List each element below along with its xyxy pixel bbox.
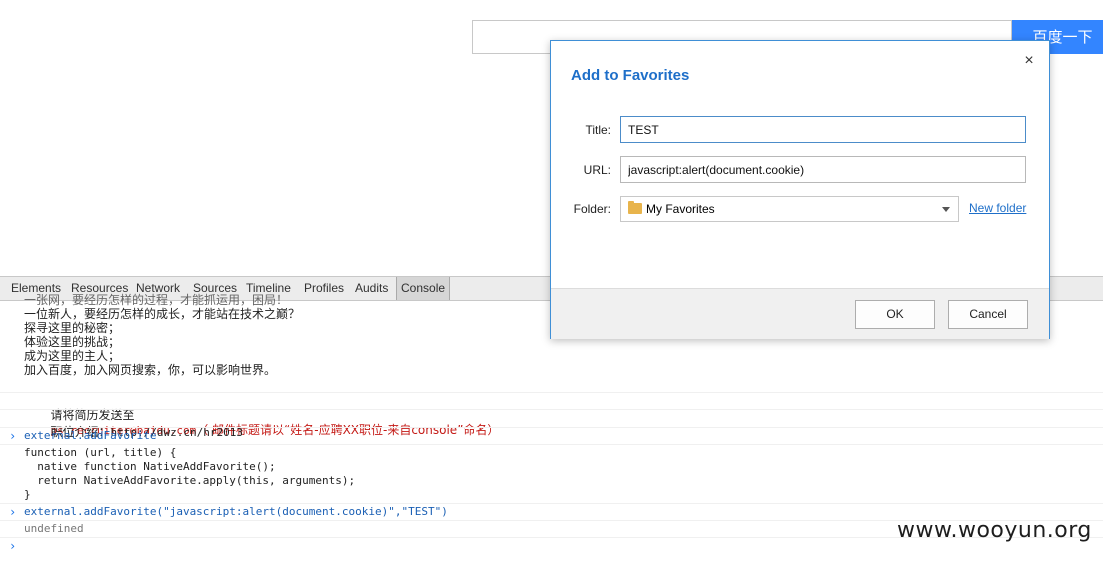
- dialog-title: Add to Favorites: [571, 67, 690, 84]
- dialog-footer: OK Cancel: [551, 288, 1049, 339]
- title-field[interactable]: [620, 116, 1026, 143]
- console-input-prompt-icon[interactable]: ›: [9, 539, 16, 553]
- tab-audits[interactable]: Audits: [355, 277, 388, 300]
- cancel-button[interactable]: Cancel: [948, 300, 1028, 329]
- close-icon[interactable]: ×: [1021, 53, 1037, 69]
- console-command: external.addFavorite: [24, 429, 157, 442]
- console-line: 一张网，要经历怎样的过程，才能抓运用，困局！: [24, 293, 289, 307]
- console-output-line: return NativeAddFavorite.apply(this, arg…: [24, 474, 356, 487]
- input-prompt-icon: ›: [9, 505, 17, 519]
- console-line: 一位新人，要经历怎样的成长，才能站在技术之巅？: [24, 307, 301, 321]
- input-prompt-icon: ›: [9, 429, 17, 443]
- title-label: Title:: [585, 123, 611, 137]
- add-to-favorites-dialog: Add to Favorites × Title: URL: Folder: M…: [550, 40, 1050, 339]
- chevron-down-icon: [942, 207, 950, 212]
- folder-select-value: My Favorites: [646, 202, 715, 216]
- tab-profiles[interactable]: Profiles: [304, 277, 344, 300]
- folder-select[interactable]: My Favorites: [620, 196, 959, 222]
- folder-icon: [628, 201, 642, 214]
- console-output-line: function (url, title) {: [24, 446, 177, 459]
- console-output-line: native function NativeAddFavorite();: [24, 460, 276, 473]
- console-line: 成为这里的主人；: [24, 349, 121, 363]
- url-field[interactable]: [620, 156, 1026, 183]
- console-command: external.addFavorite("javascript:alert(d…: [24, 505, 448, 518]
- console-line: 体验这里的挑战；: [24, 335, 121, 349]
- console-line: 加入百度，加入网页搜索，你，可以影响世界。: [24, 363, 277, 377]
- console-output-line: }: [24, 488, 31, 501]
- watermark: www.wooyun.org: [897, 518, 1092, 543]
- console-result: undefined: [24, 522, 84, 535]
- new-folder-link[interactable]: New folder: [969, 201, 1026, 215]
- url-label: URL:: [583, 163, 611, 177]
- ok-button[interactable]: OK: [855, 300, 935, 329]
- folder-label: Folder:: [573, 202, 611, 216]
- console-line: 探寻这里的秘密；: [24, 321, 121, 335]
- tab-console[interactable]: Console: [396, 277, 451, 300]
